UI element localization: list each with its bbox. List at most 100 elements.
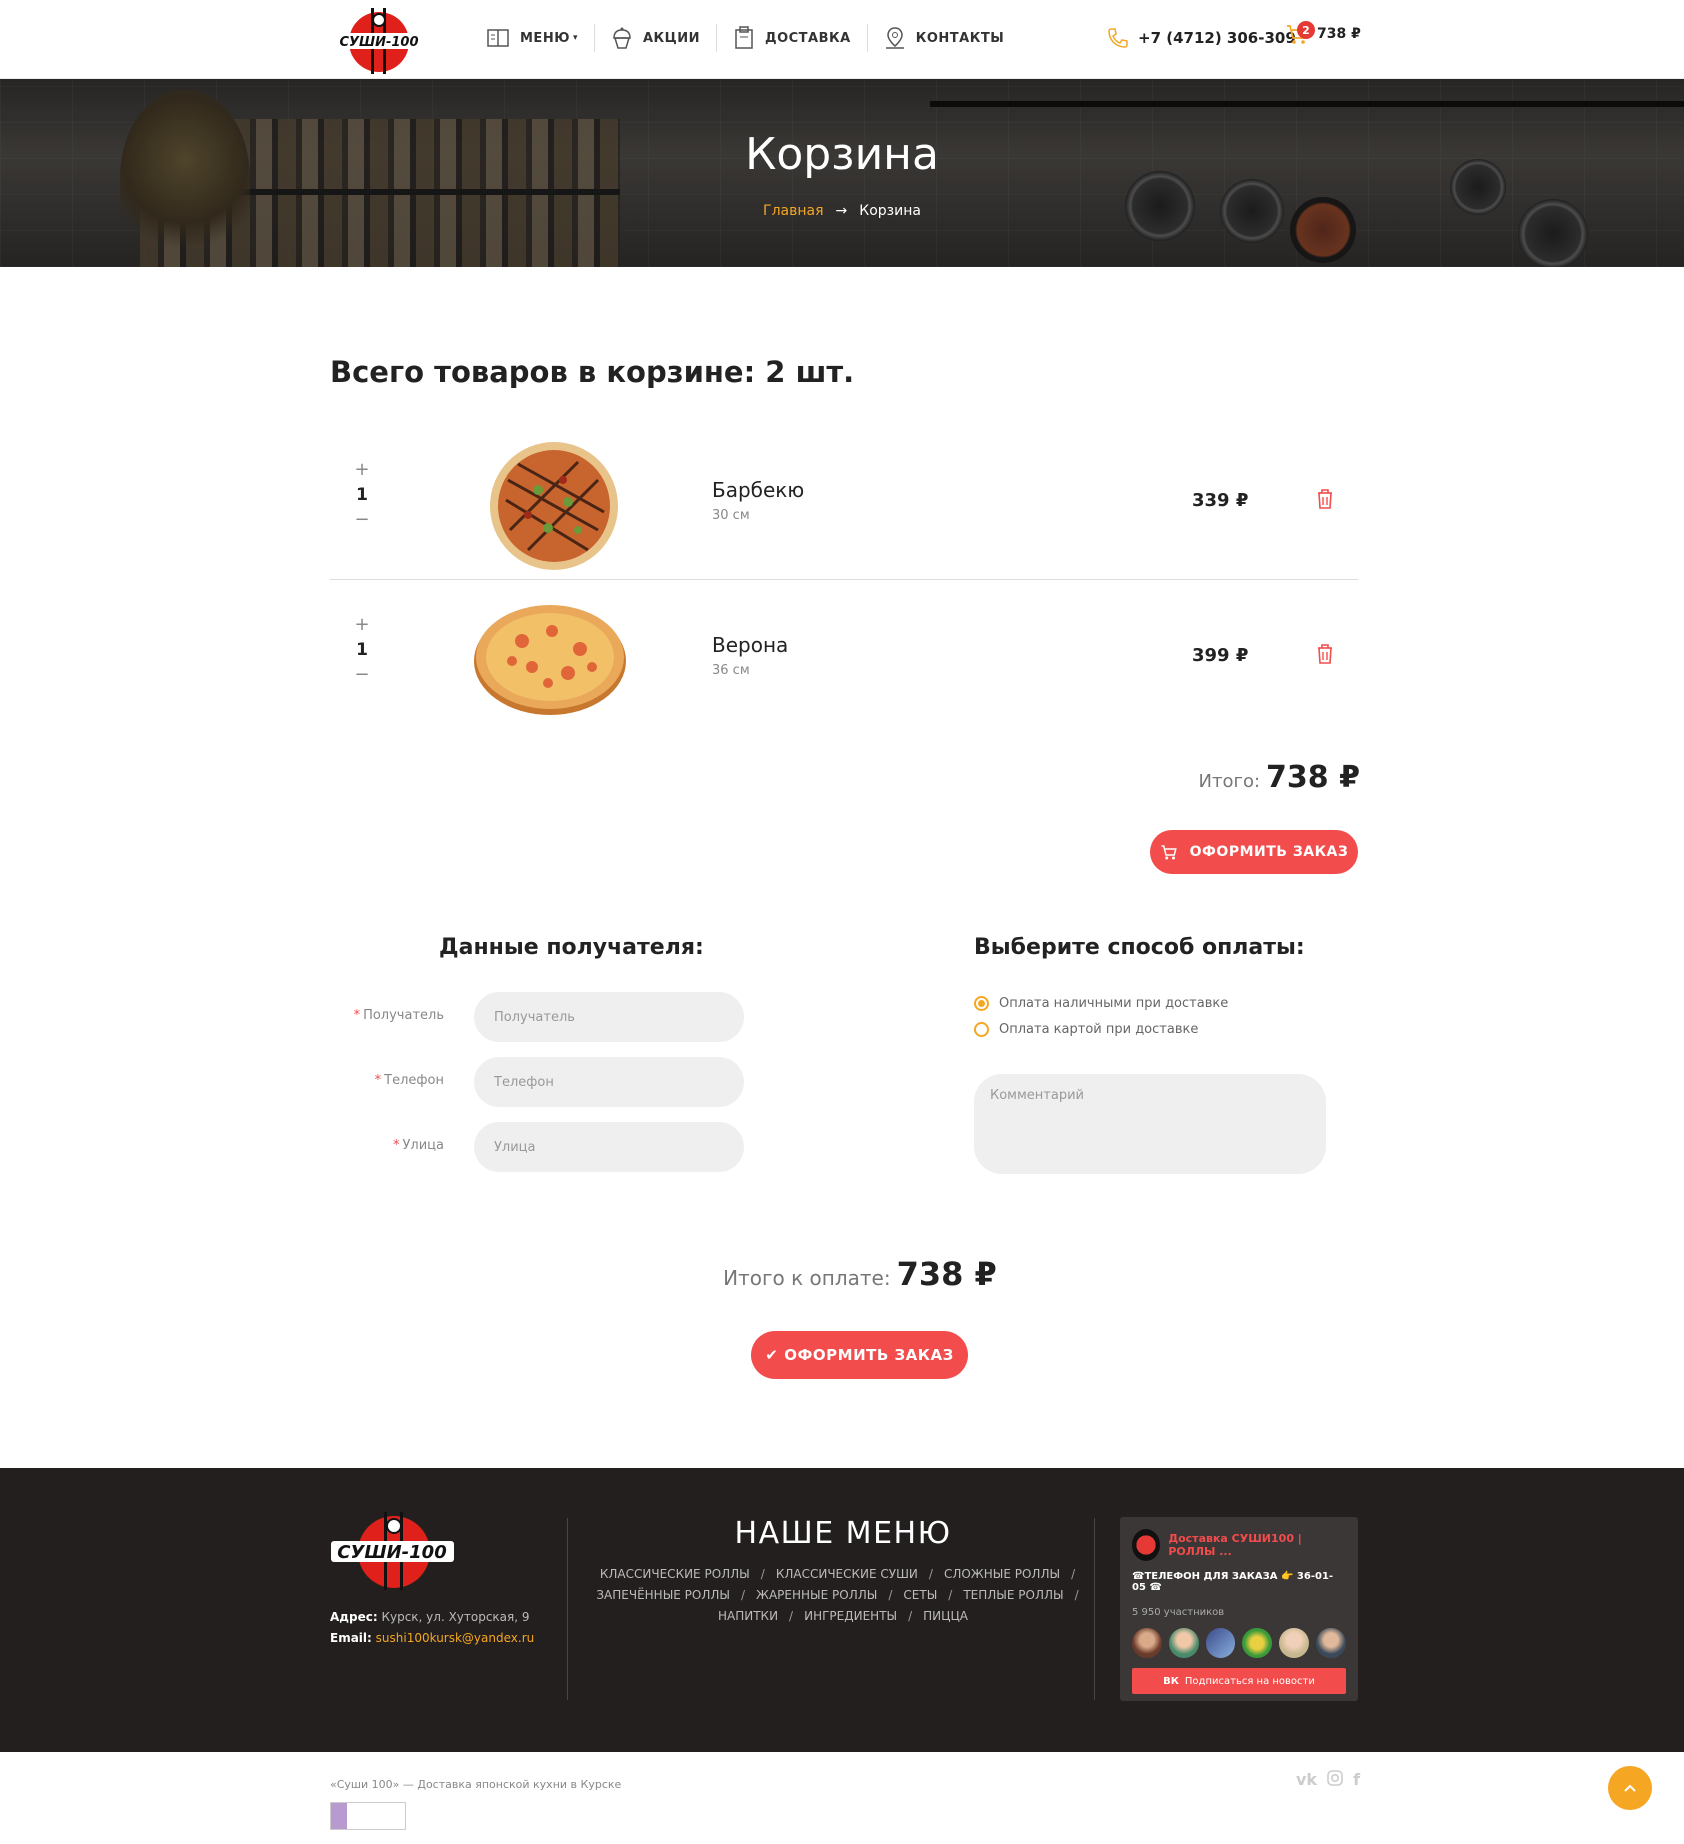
vk-group-name: Доставка СУШИ100 | РОЛЛЫ ... bbox=[1168, 1532, 1302, 1558]
footer-menu-link[interactable]: СЛОЖНЫЕ РОЛЛЫ bbox=[944, 1567, 1060, 1581]
footer-bottom: «Суши 100» — Доставка японской кухни в К… bbox=[0, 1752, 1684, 1844]
member-avatar[interactable] bbox=[1168, 1628, 1199, 1658]
footer-menu-line: НАПИТКИ / ИНГРЕДИЕНТЫ / ПИЦЦА bbox=[580, 1606, 1106, 1627]
logo-text: СУШИ-100 bbox=[339, 35, 418, 50]
cart-item: + 1 − Верона 36 см 399 ₽ bbox=[330, 585, 1358, 735]
street-input[interactable] bbox=[474, 1122, 744, 1172]
qty-value: 1 bbox=[356, 640, 368, 660]
member-avatar[interactable] bbox=[1279, 1628, 1310, 1658]
qty-plus-button[interactable]: + bbox=[350, 458, 374, 482]
check-icon: ✔ bbox=[765, 1346, 779, 1364]
footer-menu-link[interactable]: КЛАССИЧЕСКИЕ РОЛЛЫ bbox=[600, 1567, 750, 1581]
comment-textarea[interactable] bbox=[974, 1074, 1326, 1174]
recipient-row: * Улица bbox=[340, 1122, 744, 1172]
vk-icon[interactable]: vk bbox=[1296, 1770, 1317, 1789]
payment-total-value: 738 ₽ bbox=[896, 1255, 997, 1293]
separator: / bbox=[948, 1588, 953, 1602]
phone-input[interactable] bbox=[474, 1057, 744, 1107]
trash-icon[interactable] bbox=[1315, 488, 1335, 510]
footer-menu-link[interactable]: КЛАССИЧЕСКИЕ СУШИ bbox=[776, 1567, 918, 1581]
cart-count-badge: 2 bbox=[1297, 21, 1315, 39]
trash-icon[interactable] bbox=[1315, 643, 1335, 665]
logo[interactable]: СУШИ-100 bbox=[337, 6, 421, 76]
payment-option-card[interactable]: Оплата картой при доставке bbox=[974, 1022, 1198, 1037]
submit-order-button[interactable]: ✔ ОФОРМИТЬ ЗАКАЗ bbox=[751, 1331, 968, 1379]
footer-logo-text: СУШИ-100 bbox=[337, 1542, 446, 1563]
breadcrumb: Главная → Корзина bbox=[0, 203, 1684, 219]
separator: / bbox=[789, 1609, 794, 1623]
email-link[interactable]: sushi100kursk@yandex.ru bbox=[376, 1631, 535, 1645]
member-avatar[interactable] bbox=[1205, 1628, 1236, 1658]
member-avatar[interactable] bbox=[1132, 1628, 1162, 1658]
nav-menu[interactable]: МЕНЮ ▾ bbox=[470, 24, 595, 52]
site-header: СУШИ-100 МЕНЮ ▾ АКЦИИ ДОСТАВКА КОНТАКТЫ … bbox=[0, 0, 1684, 79]
footer-menu-link[interactable]: СЕТЫ bbox=[903, 1588, 937, 1602]
page-title: Корзина bbox=[745, 129, 939, 180]
counter-mark bbox=[331, 1803, 347, 1829]
separator: / bbox=[928, 1567, 933, 1581]
payment-title: Выберите способ оплаты: bbox=[974, 935, 1305, 960]
member-avatar[interactable] bbox=[1242, 1628, 1273, 1658]
facebook-icon[interactable]: f bbox=[1353, 1770, 1360, 1789]
qty-minus-button[interactable]: − bbox=[350, 663, 374, 687]
separator: / bbox=[1074, 1588, 1079, 1602]
vk-members-count: 5 950 участников bbox=[1132, 1607, 1225, 1618]
footer-menu-line: ЗАПЕЧЁННЫЕ РОЛЛЫ / ЖАРЕННЫЕ РОЛЛЫ / СЕТЫ / ТЕП… bbox=[580, 1585, 1106, 1606]
checkout-button[interactable]: ОФОРМИТЬ ЗАКАЗ bbox=[1150, 830, 1358, 874]
member-avatar[interactable] bbox=[1316, 1628, 1346, 1658]
copyright: «Суши 100» — Доставка японской кухни в К… bbox=[330, 1778, 622, 1791]
cart-title: Всего товаров в корзине: 2 шт. bbox=[330, 355, 855, 389]
footer-menu-link[interactable]: ИНГРЕДИЕНТЫ bbox=[804, 1609, 897, 1623]
product-price: 399 ₽ bbox=[1192, 645, 1249, 666]
qty-minus-button[interactable]: − bbox=[350, 508, 374, 532]
product-size: 36 см bbox=[712, 663, 750, 678]
vk-subscribe-button[interactable]: ВК Подписаться на новости bbox=[1132, 1668, 1346, 1694]
address-value: Курск, ул. Хуторская, 9 bbox=[381, 1610, 530, 1624]
phone-number: +7 (4712) 306-309 bbox=[1138, 29, 1296, 47]
qty-plus-button[interactable]: + bbox=[350, 613, 374, 637]
visit-counter[interactable] bbox=[330, 1802, 406, 1830]
footer-email: Email: sushi100kursk@yandex.ru bbox=[330, 1628, 534, 1649]
separator: / bbox=[908, 1609, 913, 1623]
payment-option-label: Оплата наличными при доставке bbox=[999, 996, 1229, 1011]
qty-value: 1 bbox=[356, 485, 368, 505]
product-name[interactable]: Верона bbox=[712, 633, 788, 657]
cart-icon bbox=[1161, 845, 1177, 860]
footer-menu-link[interactable]: ЖАРЕННЫЕ РОЛЛЫ bbox=[756, 1588, 877, 1602]
nav-contacts[interactable]: КОНТАКТЫ bbox=[868, 24, 1020, 52]
footer-menu-link[interactable]: ПИЦЦА bbox=[923, 1609, 968, 1623]
footer-menu-link[interactable]: ТЕПЛЫЕ РОЛЛЫ bbox=[963, 1588, 1063, 1602]
instagram-icon[interactable] bbox=[1327, 1770, 1343, 1786]
required-mark: * bbox=[353, 1008, 361, 1023]
product-image bbox=[490, 442, 618, 570]
field-label-text: Телефон bbox=[384, 1073, 444, 1088]
field-label-text: Получатель bbox=[363, 1008, 444, 1023]
scroll-top-button[interactable] bbox=[1608, 1766, 1652, 1810]
nav-delivery-label: ДОСТАВКА bbox=[765, 30, 851, 46]
breadcrumb-current: Корзина bbox=[859, 203, 921, 219]
footer-logo[interactable]: СУШИ-100 bbox=[330, 1510, 455, 1592]
vk-widget: Доставка СУШИ100 | РОЛЛЫ ... ☎ТЕЛЕФОН ДЛ… bbox=[1120, 1517, 1358, 1701]
vk-header[interactable]: Доставка СУШИ100 | РОЛЛЫ ... bbox=[1132, 1529, 1346, 1561]
field-label: * Улица bbox=[393, 1138, 444, 1153]
footer-menu-link[interactable]: ЗАПЕЧЁННЫЕ РОЛЛЫ bbox=[596, 1588, 730, 1602]
chevron-up-icon bbox=[1624, 1784, 1636, 1792]
payment-option-label: Оплата картой при доставке bbox=[999, 1022, 1199, 1037]
recipient-name-input[interactable] bbox=[474, 992, 744, 1042]
breadcrumb-home[interactable]: Главная bbox=[763, 203, 823, 219]
header-phone[interactable]: +7 (4712) 306-309 bbox=[1106, 26, 1296, 50]
cart-item: + 1 − Барбекю 30 см 339 ₽ bbox=[330, 430, 1358, 580]
cart-total-block: Итого: 738 ₽ bbox=[1100, 760, 1360, 795]
payment-option-cash[interactable]: Оплата наличными при доставке bbox=[974, 996, 1228, 1011]
product-name[interactable]: Барбекю bbox=[712, 478, 804, 502]
main-nav: МЕНЮ ▾ АКЦИИ ДОСТАВКА КОНТАКТЫ bbox=[470, 24, 1020, 52]
footer-contacts: Адрес: Курск, ул. Хуторская, 9 Email: su… bbox=[330, 1607, 534, 1649]
header-cart[interactable]: 2 738 ₽ bbox=[1285, 21, 1361, 46]
submit-order-label: ОФОРМИТЬ ЗАКАЗ bbox=[784, 1346, 954, 1364]
nav-promos[interactable]: АКЦИИ bbox=[595, 24, 718, 52]
nav-delivery[interactable]: ДОСТАВКА bbox=[717, 24, 868, 52]
separator: / bbox=[888, 1588, 893, 1602]
vk-subtitle: ☎ТЕЛЕФОН ДЛЯ ЗАКАЗА 👉 36-01-05 ☎ bbox=[1132, 1571, 1334, 1593]
separator: / bbox=[760, 1567, 765, 1581]
footer-menu-link[interactable]: НАПИТКИ bbox=[718, 1609, 778, 1623]
